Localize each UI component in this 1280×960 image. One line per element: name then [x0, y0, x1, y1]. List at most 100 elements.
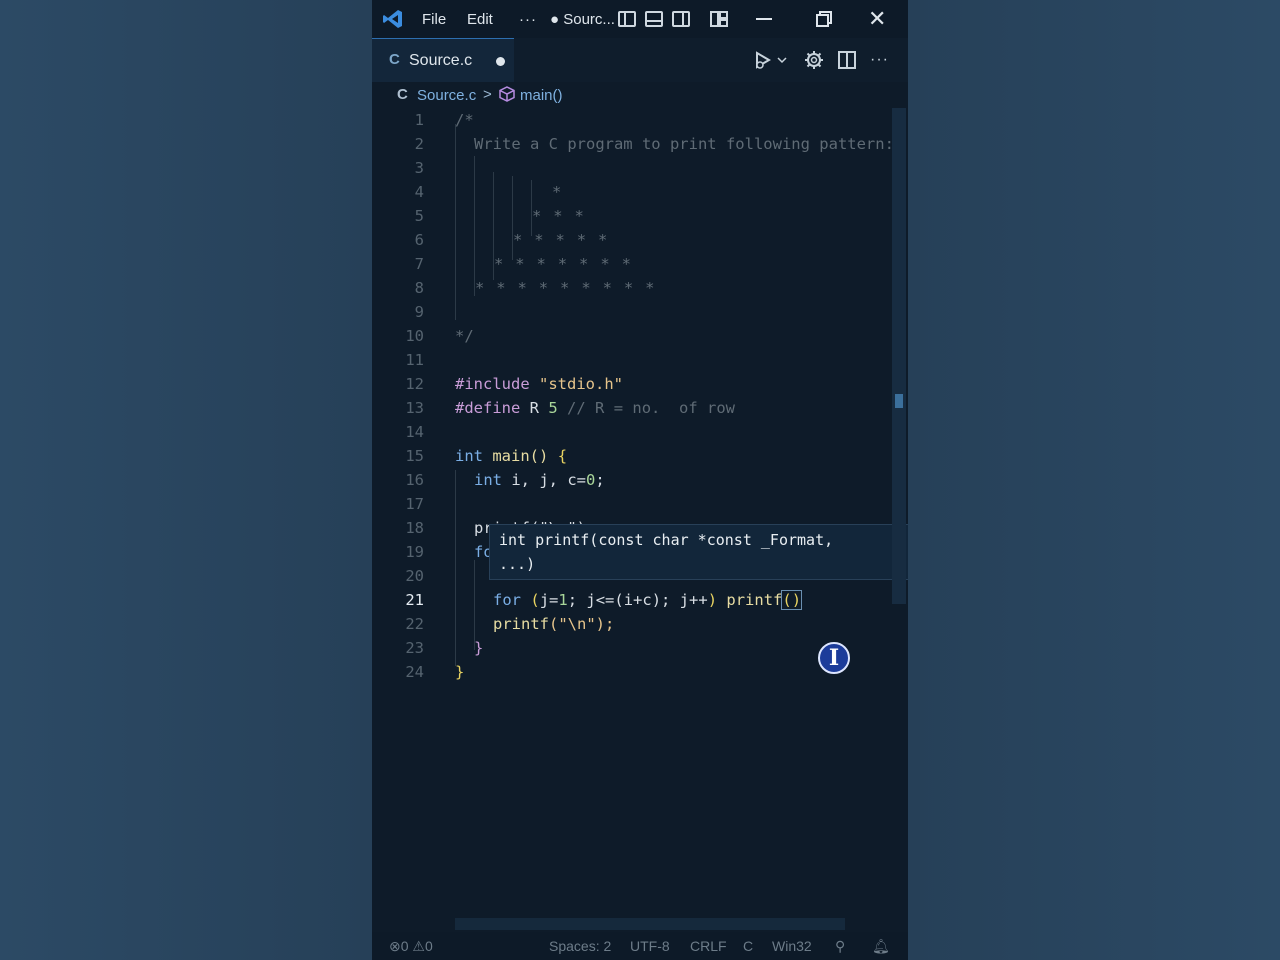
- platform-status[interactable]: Win32: [772, 938, 812, 954]
- language-mode-status[interactable]: C: [743, 938, 753, 954]
- horizontal-scrollbar[interactable]: [455, 918, 845, 930]
- toggle-secondary-sidebar-icon[interactable]: [672, 11, 690, 27]
- toggle-panel-icon[interactable]: [645, 11, 663, 27]
- code-line-21: 21 for (j=1; j<=(i+c); j++) printf(): [372, 588, 908, 612]
- cube-icon: [499, 86, 515, 106]
- line-number: 1: [414, 111, 424, 129]
- code-line-12: 12 #include "stdio.h": [372, 372, 908, 396]
- printf-args: ("\n");: [549, 615, 615, 633]
- customize-layout-icon[interactable]: [710, 11, 728, 27]
- line-number: 13: [405, 399, 424, 417]
- define-name: R: [529, 399, 540, 417]
- main-open-brace: {: [557, 447, 568, 465]
- code-line-15: 15 int main() {: [372, 444, 908, 468]
- line-number: 22: [405, 615, 424, 633]
- breadcrumb-file[interactable]: Source.c: [417, 87, 476, 104]
- line-number-active: 21: [405, 591, 424, 609]
- restore-icon[interactable]: [816, 0, 832, 38]
- breadcrumb-symbol[interactable]: main(): [520, 87, 563, 104]
- for-condition: ; j<=(i+c); j++: [567, 591, 708, 609]
- for-close-brace: }: [474, 639, 484, 657]
- code-line-1: 1 /*: [372, 108, 908, 132]
- hint-return-type: int: [499, 531, 527, 549]
- background-right: [908, 0, 1280, 960]
- line-number: 11: [405, 351, 424, 369]
- gear-icon[interactable]: [804, 38, 824, 82]
- main-function: main(): [492, 447, 549, 465]
- line-number: 10: [405, 327, 424, 345]
- line-number: 4: [414, 183, 424, 201]
- line-number: 23: [405, 639, 424, 657]
- vertical-scrollbar[interactable]: [892, 108, 906, 604]
- decl-vars: i, j, c: [511, 471, 577, 489]
- line-number: 16: [405, 471, 424, 489]
- warning-icon: ⚠: [412, 938, 425, 954]
- line-number: 7: [414, 255, 424, 273]
- more-actions-icon[interactable]: ···: [870, 38, 889, 82]
- line-number: 2: [414, 135, 424, 153]
- for-open-paren: (: [530, 591, 540, 609]
- code-line-6: 6 * * * * *: [372, 228, 908, 252]
- pattern-row-1: *: [552, 183, 562, 201]
- code-line-2: 2 Write a C program to print following pa…: [372, 132, 908, 156]
- menu-more[interactable]: ···: [519, 0, 537, 38]
- account-icon[interactable]: ⚲: [835, 938, 845, 955]
- scrollbar-marker: [895, 394, 903, 408]
- c-language-icon: C: [397, 86, 408, 103]
- split-editor-icon[interactable]: [838, 38, 856, 82]
- code-line-8: 8 * * * * * * * * *: [372, 276, 908, 300]
- comment-close: */: [455, 327, 474, 345]
- pattern-row-5: * * * * * * * * *: [475, 279, 656, 297]
- tab-source-c[interactable]: C Source.c: [372, 38, 514, 82]
- eol-status[interactable]: CRLF: [690, 938, 727, 954]
- for-close-paren: ): [707, 591, 718, 609]
- run-icon[interactable]: [754, 38, 788, 82]
- hint-signature: printf(const char *const _Format,: [535, 531, 834, 549]
- text-cursor-icon: I: [818, 642, 850, 674]
- main-close-brace: }: [455, 663, 465, 681]
- comment-description: Write a C program to print following pat…: [474, 135, 894, 153]
- minimize-icon[interactable]: [756, 0, 774, 38]
- encoding-status[interactable]: UTF-8: [630, 938, 670, 954]
- main-return-type: int: [455, 447, 483, 465]
- code-line-4: 4 *: [372, 180, 908, 204]
- menu-edit[interactable]: Edit: [467, 0, 493, 38]
- code-line-10: 10 */: [372, 324, 908, 348]
- c-language-icon: C: [389, 51, 400, 68]
- code-line-9: 9: [372, 300, 908, 324]
- line-number: 8: [414, 279, 424, 297]
- error-icon: ⊗: [389, 938, 401, 954]
- title-bar: File Edit ··· ● Sourc... ✕: [372, 0, 908, 38]
- define-directive: #define: [455, 399, 521, 417]
- decl-op: =: [576, 471, 587, 489]
- code-line-11: 11: [372, 348, 908, 372]
- code-line-5: 5 * * *: [372, 204, 908, 228]
- line-number: 6: [414, 231, 424, 249]
- toggle-primary-sidebar-icon[interactable]: [618, 11, 636, 27]
- close-icon[interactable]: ✕: [868, 0, 888, 38]
- line-number: 24: [405, 663, 424, 681]
- code-line-7: 7 * * * * * * *: [372, 252, 908, 276]
- code-line-14: 14: [372, 420, 908, 444]
- background-left: [0, 0, 372, 960]
- unsaved-dot-icon[interactable]: [496, 57, 505, 66]
- problems-indicator[interactable]: ⊗0 ⚠0: [389, 938, 433, 955]
- printf-call: printf: [726, 591, 783, 609]
- indentation-status[interactable]: Spaces: 2: [549, 938, 611, 954]
- code-line-17: 17: [372, 492, 908, 516]
- breadcrumb: C Source.c > main(): [372, 82, 908, 108]
- printf-args-cursor[interactable]: (): [781, 590, 803, 610]
- code-line-3: 3: [372, 156, 908, 180]
- code-editor[interactable]: 1 /* 2 Write a C program to print followin…: [372, 108, 908, 930]
- parameter-hint-tooltip: int printf(const char *const _Format, ..…: [489, 524, 908, 580]
- code-line-13: 13 #define R 5 // R = no. of row: [372, 396, 908, 420]
- menu-file[interactable]: File: [422, 0, 446, 38]
- include-file: "stdio.h": [539, 375, 623, 393]
- vscode-logo-icon: [382, 0, 404, 38]
- define-comment: // R = no. of row: [567, 399, 736, 417]
- bell-icon[interactable]: 🔔︎: [872, 938, 890, 955]
- include-directive: #include: [455, 375, 530, 393]
- warning-count: 0: [424, 938, 433, 954]
- for-init: j=: [539, 591, 559, 609]
- define-value: 5: [548, 399, 558, 417]
